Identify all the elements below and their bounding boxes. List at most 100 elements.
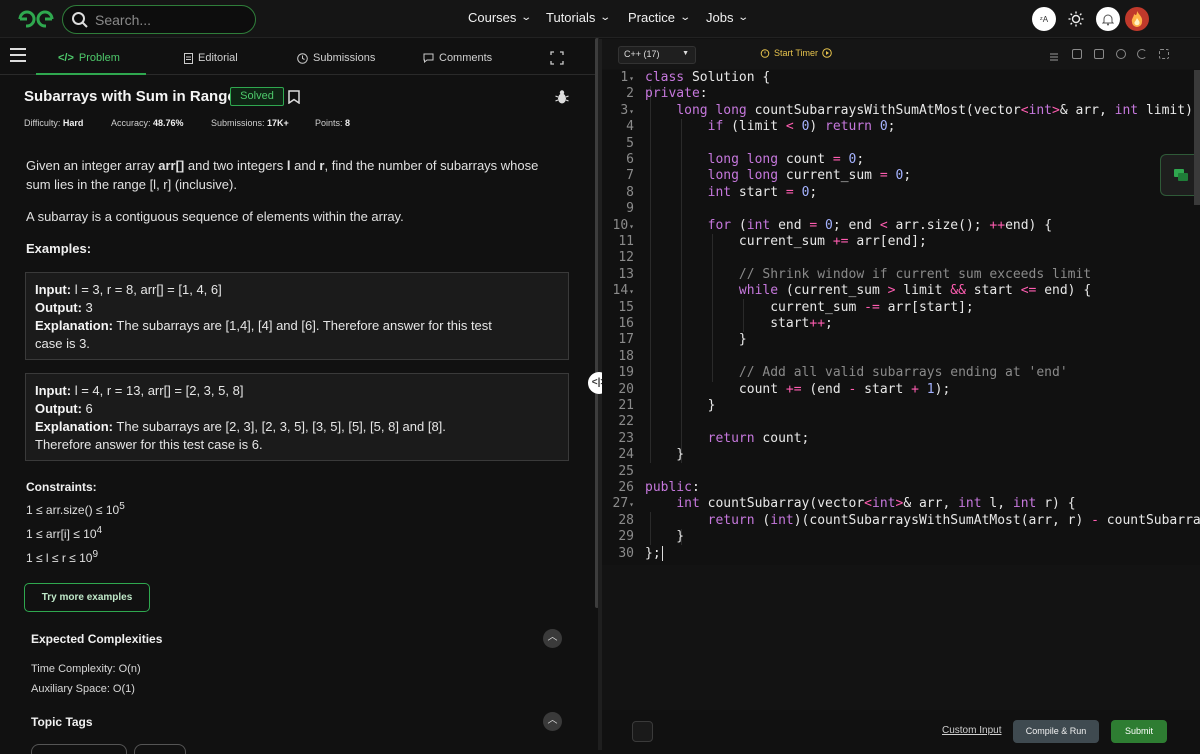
nav-courses[interactable]: Courses ⌄ [468, 10, 532, 25]
chat-icon [1174, 169, 1188, 181]
topic-tags-heading: Topic Tags [31, 715, 93, 729]
copy-icon[interactable] [1072, 49, 1082, 59]
list-icon[interactable] [1049, 49, 1059, 61]
clock-icon [297, 52, 308, 64]
line-number: 17 [618, 332, 634, 348]
chevron-up-icon[interactable]: ︿ [543, 712, 562, 731]
chevron-down-icon: ⌄ [599, 12, 612, 23]
code-line: }; [645, 545, 663, 561]
top-navbar: Courses⌄ Tutorials⌄ Practice⌄ Jobs⌄ ᶻA [0, 0, 1200, 38]
line-number: 6 [626, 152, 634, 167]
console-toggle-icon[interactable] [632, 721, 653, 742]
topic-tag[interactable] [31, 744, 127, 754]
line-number: 7 [626, 168, 634, 184]
line-number: 11 [618, 234, 634, 249]
nav-practice[interactable]: Practice ⌄ [628, 10, 692, 25]
code-line: public: [645, 480, 700, 495]
submissions-count: Submissions: 17K+ [211, 118, 289, 128]
time-complexity: Time Complexity: O(n) [31, 663, 141, 675]
code-line: } [645, 332, 747, 348]
code-line: } [645, 447, 685, 463]
code-line: current_sum -= arr[start]; [645, 299, 974, 315]
settings-gear-icon[interactable] [1116, 49, 1126, 59]
line-number: 21 [618, 398, 634, 413]
code-line: // Add all valid subarrays ending at 'en… [738, 365, 1068, 381]
line-number: 12 [618, 250, 634, 266]
code-line: long long count = 0; [707, 152, 865, 167]
code-line: long long current_sum = 0; [707, 168, 912, 184]
upload-file-icon[interactable] [1094, 49, 1104, 59]
line-number: 9 [626, 201, 634, 217]
code-line: } [645, 529, 685, 545]
line-number: 13 [618, 266, 634, 282]
bug-report-icon[interactable] [555, 89, 569, 105]
expand-icon[interactable] [1159, 49, 1169, 59]
nav-jobs[interactable]: Jobs ⌄ [706, 10, 750, 25]
line-number: 20 [618, 381, 634, 397]
constraint-line: 1 ≤ l ≤ r ≤ 109 [26, 549, 99, 565]
code-line: return (int)(countSubarraysWithSumAtMost… [707, 512, 1200, 528]
fullscreen-icon[interactable] [550, 51, 564, 65]
code-line: long long countSubarraysWithSumAtMost(ve… [676, 102, 1193, 118]
compile-run-button[interactable]: Compile & Run [1013, 720, 1099, 743]
status-badge: Solved [230, 87, 284, 106]
editor-bottom-bar: Custom Input Compile & Run Submit [602, 710, 1200, 750]
tab-editorial[interactable]: Editorial [184, 52, 238, 64]
problem-description: Given an integer array arr[] and two int… [26, 158, 539, 192]
search-icon [72, 12, 88, 28]
code-line: count += (end - start + 1); [645, 381, 951, 397]
tab-submissions[interactable]: Submissions [297, 52, 375, 64]
code-line: int countSubarray(vector<int>& arr, int … [676, 496, 1076, 512]
chevron-up-icon[interactable]: ︿ [543, 629, 562, 648]
code-line: for (int end = 0; end < arr.size(); ++en… [707, 217, 1053, 233]
gfg-logo-icon[interactable] [16, 8, 56, 30]
code-line: // Shrink window if current sum exceeds … [738, 266, 1092, 282]
play-icon [822, 48, 832, 58]
line-number: 10▾ [612, 217, 634, 233]
custom-input-link[interactable]: Custom Input [942, 725, 1001, 736]
code-line: return count; [707, 430, 810, 446]
search-bar[interactable] [62, 5, 256, 34]
flame-icon [1131, 11, 1143, 27]
problem-description-subarray: A subarray is a contiguous sequence of e… [26, 209, 404, 224]
examples-heading: Examples: [26, 241, 92, 256]
line-number: 2 [626, 86, 634, 102]
code-line: while (current_sum > limit && start <= e… [738, 283, 1092, 299]
chevron-down-icon: ⌄ [679, 12, 692, 23]
chevron-down-icon: ⌄ [737, 12, 750, 23]
constraint-line: 1 ≤ arr.size() ≤ 105 [26, 501, 125, 517]
theme-toggle-icon[interactable] [1064, 7, 1088, 31]
translate-icon[interactable]: ᶻA [1032, 7, 1056, 31]
submit-button[interactable]: Submit [1111, 720, 1167, 743]
avatar[interactable] [1125, 7, 1149, 31]
try-more-examples-button[interactable]: Try more examples [24, 583, 150, 612]
code-line: int start = 0; [707, 184, 818, 200]
reset-icon[interactable] [1137, 49, 1147, 59]
search-input[interactable] [95, 10, 245, 30]
line-number: 5 [626, 135, 634, 151]
tab-comments[interactable]: Comments [423, 52, 492, 64]
nav-tutorials[interactable]: Tutorials ⌄ [546, 10, 612, 25]
line-number: 18 [618, 348, 634, 364]
bookmark-icon[interactable] [288, 90, 300, 104]
notification-bell-icon[interactable] [1096, 7, 1120, 31]
auxiliary-space: Auxiliary Space: O(1) [31, 683, 135, 695]
tab-problem[interactable]: </> Problem [58, 52, 120, 64]
language-select[interactable]: C++ (17) ▼ [618, 46, 696, 64]
line-number: 26 [618, 480, 634, 495]
stopwatch-icon [760, 49, 770, 58]
line-number: 3▾ [620, 102, 634, 118]
line-number: 25 [618, 463, 634, 479]
code-line: private: [645, 86, 708, 102]
code-line: current_sum += arr[end]; [645, 234, 927, 249]
constraints-heading: Constraints: [26, 480, 97, 494]
editor-panel: C++ (17) ▼ Start Timer 1▾ 2 3▾ 4 5 6 7 8… [602, 39, 1200, 750]
line-number: 16 [618, 316, 634, 331]
code-editor[interactable]: 1▾ 2 3▾ 4 5 6 7 8 9 10▾ 11 12 13 14▾ 15 … [602, 70, 1200, 565]
editor-scrollbar[interactable] [1194, 70, 1200, 205]
topic-tag[interactable] [134, 744, 186, 754]
start-timer-button[interactable]: Start Timer [760, 48, 832, 58]
menu-icon[interactable] [10, 48, 26, 64]
example-box: Input: l = 3, r = 8, arr[] = [1, 4, 6] O… [25, 272, 569, 360]
comment-icon [423, 53, 434, 63]
